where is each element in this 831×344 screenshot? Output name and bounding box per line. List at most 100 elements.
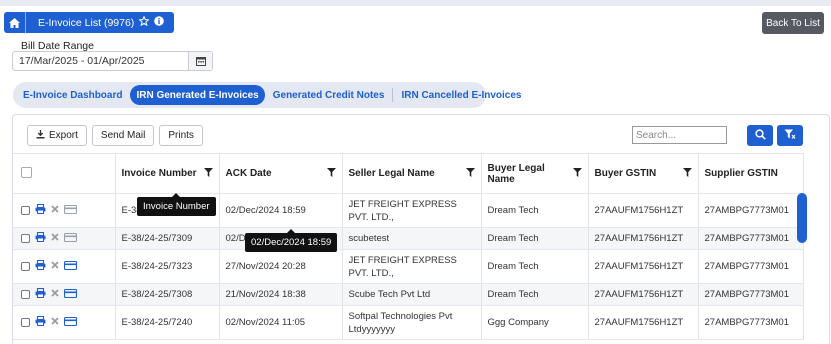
tooltip-arrow [172,193,181,197]
row-actions-cell [13,283,116,306]
send-mail-button[interactable]: Send Mail [91,125,155,146]
clear-filter-button[interactable] [777,125,803,146]
invoice-number-cell[interactable]: E-38/24-25/7323 [115,249,220,284]
search-input[interactable]: Search... [632,126,727,144]
prints-button[interactable]: Prints [159,125,203,146]
column-header-supplier-gstin[interactable]: Supplier GSTIN [698,153,804,194]
bill-date-range-value[interactable]: 17/Mar/2025 - 01/Apr/2025 [13,52,188,70]
buyer-legal-name-cell: Dream Tech [481,249,589,284]
print-icon[interactable] [35,231,46,245]
search-button[interactable] [747,125,773,146]
row-checkbox[interactable] [21,318,30,327]
seller-legal-name-cell: JET FREIGHT EXPRESS PVT. LTD., [342,249,482,284]
ack-date-cell: 27/Nov/2024 20:28 [219,249,343,284]
column-header-invoice-number[interactable]: Invoice Number [115,153,220,194]
calendar-icon[interactable] [188,52,212,70]
invoice-number-cell[interactable]: E-38/24-25/7240 [115,305,220,340]
buyer-legal-name-cell: Dream Tech [481,193,589,228]
row-actions-cell [13,227,116,250]
column-title: Invoice Number [121,168,197,179]
table-row[interactable]: E-38/24-25/7309 02/Dec/2024 18:59 scubetes… [13,227,804,250]
seller-legal-name-cell: scubetest [342,227,482,250]
export-label: Export [49,130,78,141]
cancel-icon[interactable] [51,317,59,328]
payment-card-icon[interactable] [63,260,78,273]
tab-generated-credit-notes[interactable]: Generated Credit Notes [267,85,391,105]
page-title: E-Invoice List (9976) [38,16,135,29]
table-toolbar: Export Send Mail Prints [27,125,203,146]
cancel-icon[interactable] [51,289,59,300]
buyer-legal-name-cell: Dream Tech [481,227,589,250]
filter-icon[interactable] [682,167,692,180]
top-strip [0,0,831,6]
buyer-legal-name-cell: Ggg Company [481,305,589,340]
search-icon [754,128,766,143]
table-row[interactable]: E-38/24-25/731402/Dec/2024 18:59JET FREI… [13,193,804,228]
table-row[interactable]: E-38/24-25/7323 27/Nov/2024 20:28 JET FREI… [13,249,804,284]
row-checkbox[interactable] [21,206,30,215]
seller-legal-name-cell: JET FREIGHT EXPRESS PVT. LTD., [342,193,482,228]
cancel-icon[interactable] [51,233,59,244]
ack-date-cell: 21/Nov/2024 18:38 [219,283,343,306]
invoice-number-cell[interactable]: E-38/24-25/7309 [115,227,220,250]
buyer-gstin-cell: 27AAUFM1756H1ZT [588,283,699,306]
payment-card-icon[interactable] [63,232,78,245]
breadcrumb: E-Invoice List (9976) [4,12,175,33]
column-header-seller-legal-name[interactable]: Seller Legal Name [342,153,482,194]
print-icon[interactable] [35,259,46,273]
payment-card-icon[interactable] [63,288,78,301]
filter-icon[interactable] [326,167,336,180]
buyer-gstin-cell: 27AAUFM1756H1ZT [588,305,699,340]
column-title: Seller Legal Name [348,168,435,179]
vertical-scrollbar-thumb[interactable] [797,193,807,243]
filter-icon[interactable] [203,167,213,180]
buyer-gstin-cell: 27AAUFM1756H1ZT [588,227,699,250]
filter-icon[interactable] [465,167,475,180]
filter-clear-icon [784,129,796,143]
tooltip-text: 02/Dec/2024 18:59 [251,237,332,248]
invoice-list-panel: Export Send Mail Prints Search... Invoic… [12,114,830,344]
column-header-ack-date[interactable]: ACK Date [219,153,343,194]
supplier-gstin-cell: 27AMBPG7773M01 [698,305,804,340]
invoice-table: Invoice Number ACK Date Seller Legal Nam… [13,153,804,340]
buyer-gstin-cell: 27AAUFM1756H1ZT [588,249,699,284]
row-checkbox[interactable] [21,234,30,243]
invoice-number-cell[interactable]: E-38/24-25/7308 [115,283,220,306]
table-row[interactable]: E-38/24-25/7308 21/Nov/2024 18:38 Scube Te… [13,283,804,306]
filter-icon[interactable] [572,167,582,180]
buyer-legal-name-cell: Dream Tech [481,283,589,306]
print-icon[interactable] [35,203,46,217]
tab-irn-cancelled[interactable]: IRN Cancelled E-Invoices [392,88,527,102]
export-button[interactable]: Export [27,125,87,146]
back-to-list-button[interactable]: Back To List [762,12,824,34]
payment-card-icon[interactable] [63,204,78,217]
table-header-row: Invoice Number ACK Date Seller Legal Nam… [13,153,804,194]
home-icon[interactable] [4,12,26,33]
column-title: Buyer GSTIN [594,168,657,179]
info-icon[interactable] [154,16,165,29]
row-checkbox[interactable] [21,262,30,271]
select-all-checkbox[interactable] [21,166,32,178]
row-actions-cell [13,193,116,228]
print-icon[interactable] [35,315,46,329]
column-header-buyer-gstin[interactable]: Buyer GSTIN [588,153,699,194]
tooltip-arrow [287,229,296,233]
tab-einvoice-dashboard[interactable]: E-Invoice Dashboard [17,85,128,105]
column-title: ACK Date [225,168,272,179]
ack-date-cell: 02/Dec/2024 18:59 [219,193,343,228]
row-checkbox[interactable] [21,290,30,299]
row-actions-cell [13,305,116,340]
cancel-icon[interactable] [51,205,59,216]
column-title: Buyer Legal Name [487,162,545,185]
column-header-buyer-legal-name[interactable]: Buyer Legal Name [481,153,589,194]
tooltip-text: Invoice Number [143,201,210,212]
cancel-icon[interactable] [51,261,59,272]
star-icon[interactable] [138,15,151,29]
bill-date-range-field[interactable]: 17/Mar/2025 - 01/Apr/2025 [12,51,213,71]
print-icon[interactable] [35,287,46,301]
supplier-gstin-cell: 27AMBPG7773M01 [698,193,804,228]
payment-card-icon[interactable] [63,316,78,329]
row-actions-cell [13,249,116,284]
tab-irn-generated[interactable]: IRN Generated E-Invoices [130,85,265,105]
table-row[interactable]: E-38/24-25/7240 02/Nov/2024 11:05 Softpal … [13,305,804,340]
